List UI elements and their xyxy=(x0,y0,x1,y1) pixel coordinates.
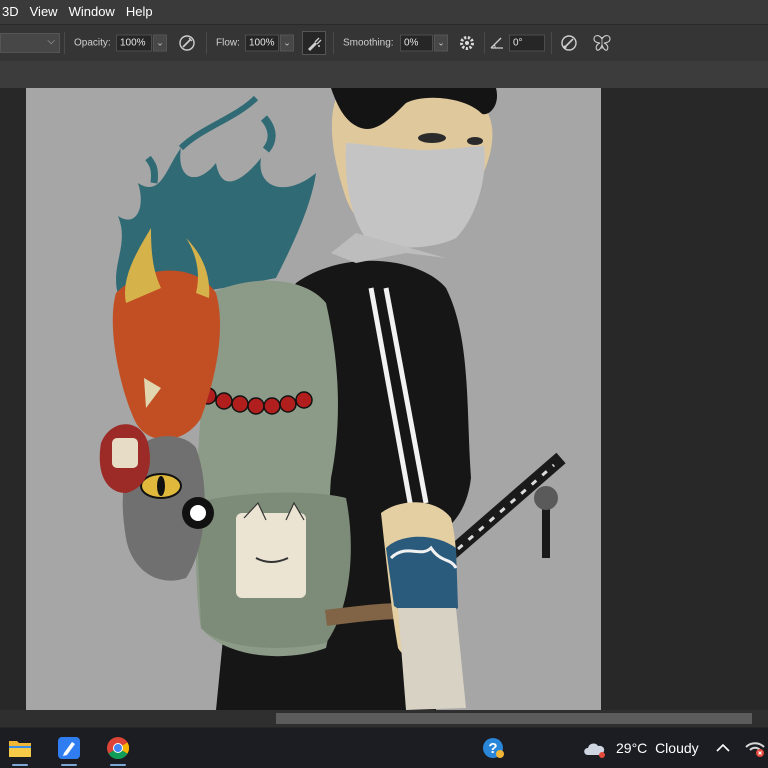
chevron-up-icon[interactable] xyxy=(710,735,736,761)
options-divider xyxy=(484,32,485,54)
opacity-label: Opacity: xyxy=(74,37,111,49)
symmetry-butterfly-icon[interactable] xyxy=(592,33,612,53)
settings-gear-icon[interactable] xyxy=(457,33,477,53)
opacity-dropdown[interactable]: ⌄ xyxy=(153,34,167,52)
chevron-down-icon: ⌵ xyxy=(47,36,55,47)
canvas-artwork[interactable] xyxy=(26,88,601,710)
smoothing-label: Smoothing: xyxy=(343,37,394,49)
tool-options-bar: ⌵ Opacity: 100% ⌄ Flow: 100% ⌄ Smoothing… xyxy=(0,24,768,62)
angle-icon xyxy=(489,33,505,53)
file-explorer-icon[interactable] xyxy=(7,735,33,766)
weather-condition: Cloudy xyxy=(655,740,699,756)
help-question-icon[interactable]: ? xyxy=(480,735,506,761)
weather-widget[interactable]: 29°C Cloudy xyxy=(616,740,699,756)
menu-view[interactable]: View xyxy=(25,0,64,24)
scrollbar-thumb[interactable] xyxy=(276,713,752,724)
menu-window[interactable]: Window xyxy=(64,0,121,24)
options-divider xyxy=(333,32,334,54)
horizontal-scrollbar[interactable] xyxy=(0,710,768,727)
artwork-illustration xyxy=(99,88,566,710)
menu-bar: 3D View Window Help xyxy=(0,0,768,24)
active-indicator xyxy=(61,764,77,766)
airbrush-icon[interactable] xyxy=(302,31,326,55)
options-divider xyxy=(206,32,207,54)
menu-3d[interactable]: 3D xyxy=(0,0,25,24)
document-tab-strip xyxy=(0,61,768,89)
network-warning-icon[interactable] xyxy=(742,735,768,761)
flow-dropdown[interactable]: ⌄ xyxy=(280,34,294,52)
weather-temperature: 29°C xyxy=(616,740,648,756)
pressure-size-icon[interactable] xyxy=(559,33,579,53)
flow-input[interactable]: 100% xyxy=(245,34,279,52)
smoothing-input[interactable]: 0% xyxy=(400,34,433,52)
menu-help[interactable]: Help xyxy=(121,0,159,24)
options-divider xyxy=(551,32,552,54)
pressure-opacity-icon[interactable] xyxy=(177,33,197,53)
opacity-input[interactable]: 100% xyxy=(116,34,152,52)
brush-preset-dropdown[interactable]: ⌵ xyxy=(0,33,60,53)
angle-input[interactable]: 0° xyxy=(509,34,545,52)
active-indicator xyxy=(12,764,28,766)
cloudy-weather-icon[interactable] xyxy=(582,735,608,761)
chrome-icon[interactable] xyxy=(105,735,131,766)
options-divider xyxy=(64,32,65,54)
notes-app-icon[interactable] xyxy=(56,735,82,766)
workspace xyxy=(0,88,768,710)
flow-label: Flow: xyxy=(216,37,240,49)
taskbar: ? 29°C Cloudy xyxy=(0,728,768,768)
active-indicator xyxy=(110,764,126,766)
smoothing-dropdown[interactable]: ⌄ xyxy=(434,34,448,52)
